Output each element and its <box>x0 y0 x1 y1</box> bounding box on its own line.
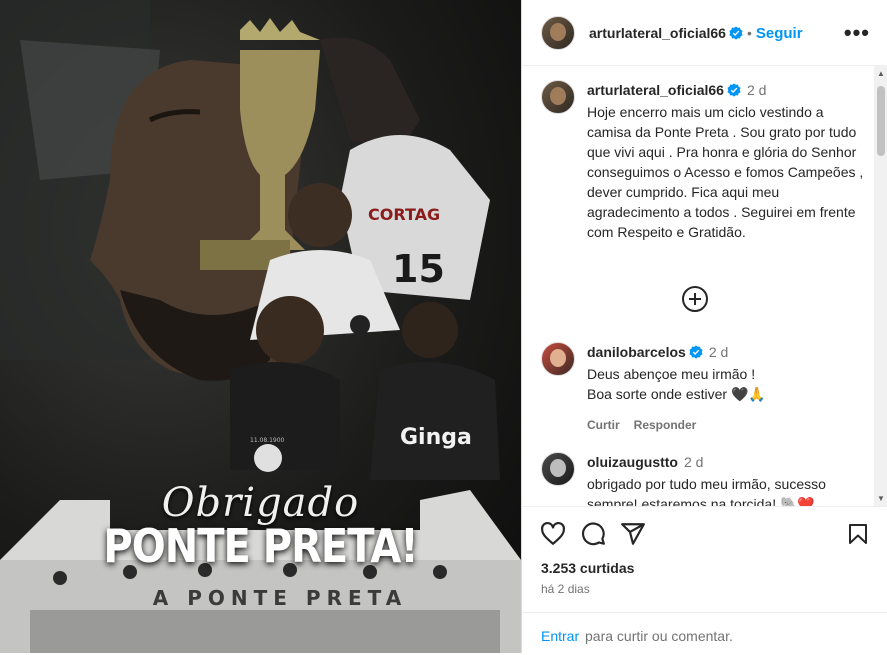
comment-reply-button[interactable]: Responder <box>634 418 697 432</box>
action-bar <box>540 521 870 549</box>
scrollbar-thumb[interactable] <box>877 86 885 156</box>
avatar[interactable] <box>541 16 575 50</box>
avatar[interactable] <box>541 342 575 376</box>
share-icon[interactable] <box>620 521 646 547</box>
jersey-sponsor-ginga: Ginga <box>400 425 472 450</box>
image-title-main: PONTE PRETA! <box>103 520 418 574</box>
comment-username[interactable]: oluizaugustto <box>587 454 678 470</box>
verified-icon <box>727 83 741 97</box>
comment-icon[interactable] <box>580 521 606 547</box>
post-header: arturlateral_oficial66 • Seguir ••• <box>522 0 887 66</box>
jersey-number: 15 <box>392 247 445 291</box>
post-image[interactable]: CORTAG 15 11.08.1900 Ginga A PONTE PRETA… <box>0 0 521 653</box>
scroll-down-icon[interactable]: ▼ <box>877 494 885 503</box>
comment-time[interactable]: 2 d <box>709 344 728 360</box>
login-link[interactable]: Entrar <box>541 628 579 644</box>
header-username[interactable]: arturlateral_oficial66 <box>589 25 726 41</box>
comment-time[interactable]: 2 d <box>684 454 703 470</box>
heart-icon[interactable] <box>540 521 566 547</box>
comment-text: Deus abençoe meu irmão ! Boa sorte onde … <box>587 366 766 402</box>
image-title-script: Obrigado <box>161 480 360 526</box>
header-user: arturlateral_oficial66 • Seguir <box>589 25 803 43</box>
verified-icon <box>729 26 743 40</box>
facade-text: A PONTE PRETA <box>152 586 408 610</box>
comment-like-button[interactable]: Curtir <box>587 418 620 432</box>
plus-circle-icon[interactable] <box>682 286 708 312</box>
jersey-sponsor-cortag: CORTAG <box>368 205 440 224</box>
post-side-panel: arturlateral_oficial66 • Seguir ••• arturl… <box>521 0 887 653</box>
bookmark-icon[interactable] <box>846 521 870 547</box>
comment-text: obrigado por tudo meu irmão, sucesso sem… <box>587 476 826 506</box>
crest-date: 11.08.1900 <box>250 437 285 444</box>
avatar[interactable] <box>541 80 575 114</box>
login-prompt: Entrar para curtir ou comentar. <box>522 612 887 655</box>
caption-text: Hoje encerro mais um ciclo vestindo a ca… <box>587 104 864 240</box>
follow-button[interactable]: Seguir <box>756 25 803 42</box>
post-footer: 3.253 curtidas há 2 dias Entrar para cur… <box>522 506 887 654</box>
avatar[interactable] <box>541 452 575 486</box>
comment-username[interactable]: danilobarcelos <box>587 344 686 360</box>
post-date[interactable]: há 2 dias <box>541 582 590 596</box>
more-options-icon[interactable]: ••• <box>844 20 870 46</box>
scroll-up-icon[interactable]: ▲ <box>877 69 885 78</box>
comment-actions: Curtir Responder <box>587 415 867 435</box>
comments-scrollbar[interactable]: ▲ ▼ <box>874 66 887 506</box>
comments-list[interactable]: arturlateral_oficial66 2 d Hoje encerro m… <box>522 66 874 506</box>
crest <box>254 444 282 472</box>
verified-icon <box>689 345 703 359</box>
caption-username[interactable]: arturlateral_oficial66 <box>587 82 724 98</box>
caption-time[interactable]: 2 d <box>747 82 766 98</box>
likes-count[interactable]: 3.253 curtidas <box>541 560 634 576</box>
header-separator: • <box>746 25 752 41</box>
login-prompt-text: para curtir ou comentar. <box>585 628 733 644</box>
